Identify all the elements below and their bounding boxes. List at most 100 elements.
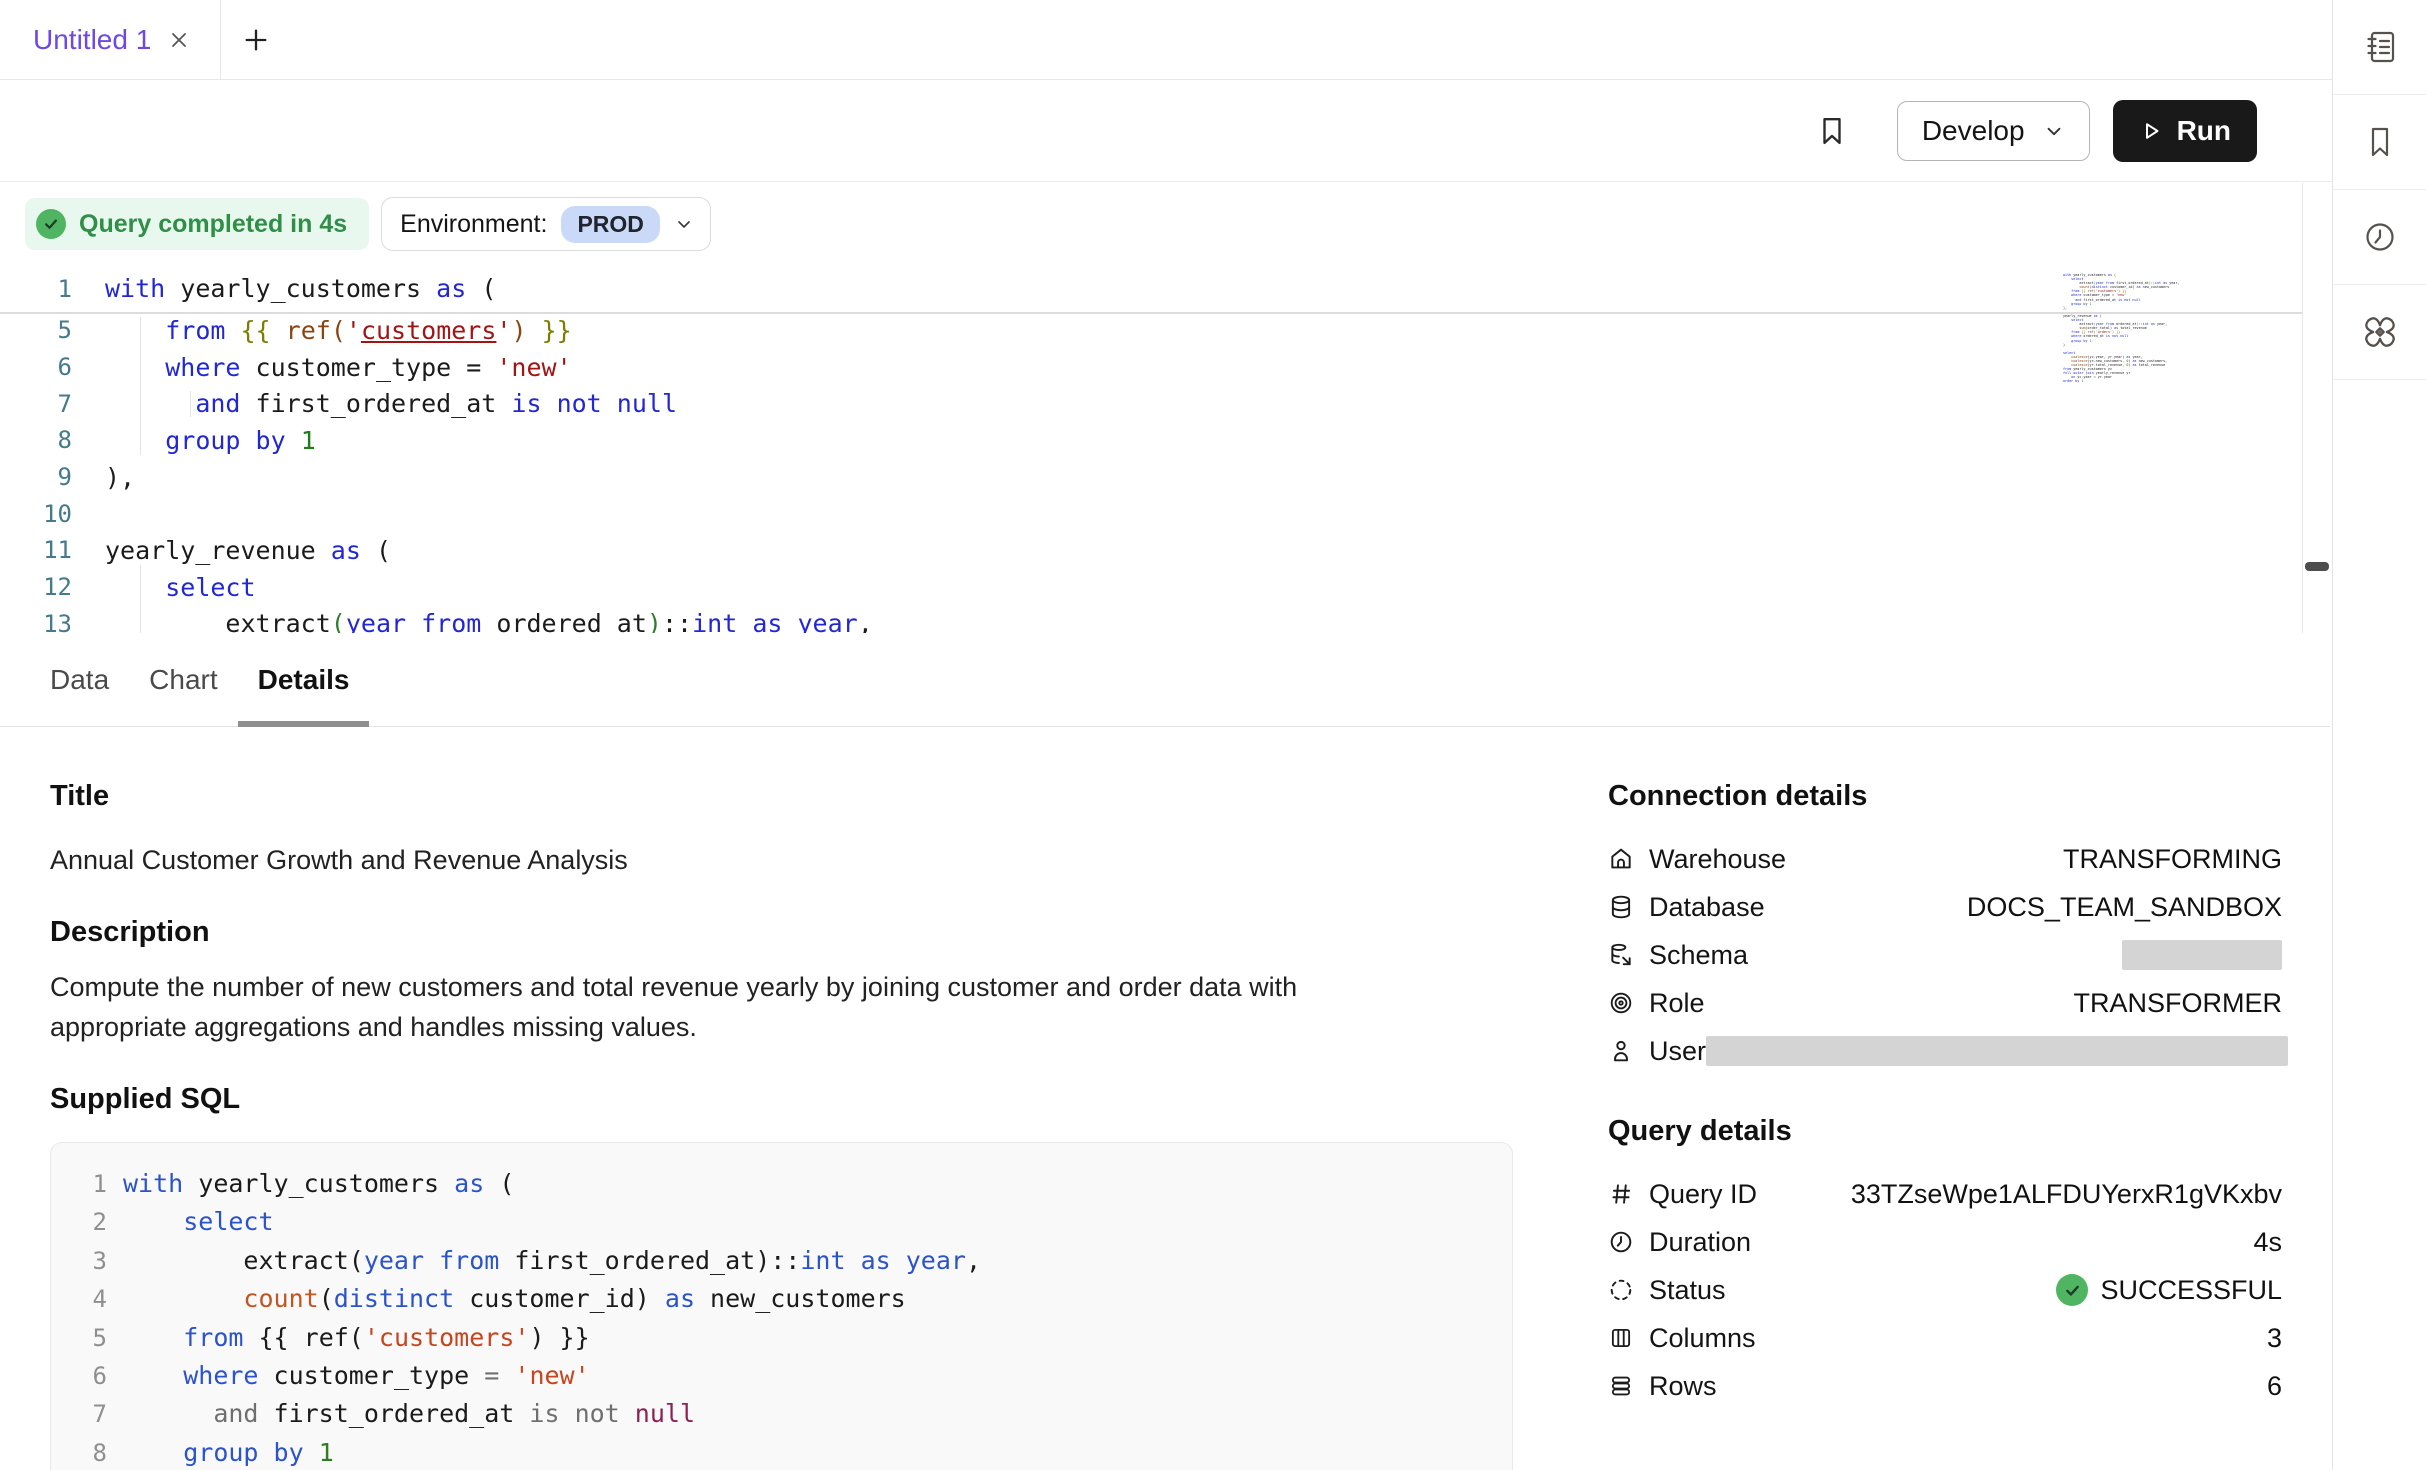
query-details-heading: Query details <box>1608 1115 2282 1148</box>
tab-chart[interactable]: Chart <box>129 634 237 726</box>
clock-icon <box>2360 217 2400 257</box>
hash-icon <box>1608 1181 1634 1207</box>
line-number: 12 <box>0 573 72 601</box>
editor-line[interactable]: 8 group by 1 <box>0 422 2302 459</box>
connection-details-heading: Connection details <box>1608 780 2282 813</box>
line-code: select <box>105 573 256 602</box>
supplied-sql-heading: Supplied SQL <box>50 1083 1513 1116</box>
role-icon <box>1608 990 1634 1016</box>
spinner-icon <box>1608 1277 1634 1303</box>
detail-value: 3 <box>2267 1323 2282 1354</box>
detail-value: 6 <box>2267 1371 2282 1402</box>
editor-line[interactable]: 12 select <box>0 569 2302 606</box>
line-code: ), <box>105 463 135 492</box>
history-panel-button[interactable] <box>2333 190 2426 285</box>
line-code: extract(year from ordered_at)::int as ye… <box>105 609 873 633</box>
editor-line[interactable]: 13 extract(year from ordered_at)::int as… <box>0 606 2302 634</box>
redacted-value <box>2122 940 2282 970</box>
description-value: Compute the number of new customers and … <box>50 967 1400 1047</box>
line-number: 1 <box>0 275 72 303</box>
lineage-icon <box>2359 311 2401 353</box>
detail-label: Columns <box>1649 1323 1756 1354</box>
environment-label: Environment: <box>400 210 547 239</box>
line-code: group by 1 <box>105 426 316 455</box>
detail-label: User <box>1649 1036 1706 1067</box>
chevron-down-icon <box>674 214 694 234</box>
result-tabs: DataChartDetails <box>0 634 2330 727</box>
line-number: 10 <box>0 500 72 528</box>
close-icon[interactable] <box>167 28 191 52</box>
line-number: 6 <box>0 353 72 381</box>
run-button[interactable]: Run <box>2113 100 2257 162</box>
toolbar: Develop Run <box>0 81 2332 182</box>
minimap-line: order by 1 <box>2063 379 2187 383</box>
detail-label: Status <box>1649 1275 1726 1306</box>
bookmarks-panel-button[interactable] <box>2333 95 2426 190</box>
environment-select[interactable]: Environment: PROD <box>381 197 711 251</box>
tab-label: Untitled 1 <box>33 24 151 56</box>
scrollbar-track <box>2302 183 2303 633</box>
connection-details-rows: WarehouseTRANSFORMINGDatabaseDOCS_TEAM_S… <box>1608 835 2282 1075</box>
bookmark-icon <box>2360 122 2400 162</box>
notebook-icon <box>2360 27 2400 67</box>
sql-block-line: 4 count(distinct customer_id) as new_cus… <box>75 1280 1488 1318</box>
detail-value: TRANSFORMER <box>2074 988 2283 1019</box>
lineage-panel-button[interactable] <box>2333 285 2426 380</box>
editor-line[interactable]: 1with yearly_customers as ( <box>0 265 2302 312</box>
supplied-sql-block: 1with yearly_customers as (2 select3 ext… <box>50 1142 1513 1470</box>
develop-label: Develop <box>1922 115 2025 147</box>
sql-block-line: 6 where customer_type = 'new' <box>75 1357 1488 1395</box>
editor-line[interactable]: 6 where customer_type = 'new' <box>0 349 2302 386</box>
warehouse-icon <box>1608 846 1634 872</box>
tab-untitled-1[interactable]: Untitled 1 <box>0 0 221 79</box>
check-circle-icon <box>36 209 66 239</box>
line-number: 11 <box>0 536 72 564</box>
chevron-down-icon <box>2043 120 2065 142</box>
sql-ide-app: Untitled 1 Develop Run <box>0 0 2426 1470</box>
line-number: 7 <box>0 390 72 418</box>
clock-icon <box>1608 1229 1634 1255</box>
detail-row-columns: Columns 3 <box>1608 1314 2282 1362</box>
run-label: Run <box>2177 115 2231 147</box>
indent-guide <box>190 391 191 417</box>
query-status-text: Query completed in 4s <box>79 210 347 239</box>
database-icon <box>1608 894 1634 920</box>
editor-line[interactable]: 10 <box>0 495 2302 532</box>
develop-dropdown[interactable]: Develop <box>1897 101 2090 161</box>
tab-details[interactable]: Details <box>238 634 370 726</box>
detail-label: Schema <box>1649 940 1748 971</box>
sql-block-line: 3 extract(year from first_ordered_at)::i… <box>75 1242 1488 1280</box>
play-icon <box>2139 119 2163 143</box>
new-tab-button[interactable] <box>242 26 270 54</box>
detail-row-duration: Duration4s <box>1608 1218 2282 1266</box>
fold-divider <box>0 312 2302 314</box>
minimap[interactable]: with yearly_customers as ( select extrac… <box>2063 273 2187 384</box>
editor-line[interactable]: 7 and first_ordered_at is not null <box>0 385 2302 422</box>
detail-row-database: DatabaseDOCS_TEAM_SANDBOX <box>1608 883 2282 931</box>
sql-block-line: 7 and first_ordered_at is not null <box>75 1395 1488 1433</box>
title-value: Annual Customer Growth and Revenue Analy… <box>50 845 1513 876</box>
editor-line[interactable]: 9), <box>0 459 2302 496</box>
query-details-rows: Query ID33TZseWpe1ALFDUYerxR1gVKxbvDurat… <box>1608 1170 2282 1410</box>
line-code: yearly_revenue as ( <box>105 536 391 565</box>
tab-data[interactable]: Data <box>30 634 129 726</box>
status-row: Query completed in 4s Environment: PROD <box>25 183 711 265</box>
columns-icon <box>1608 1325 1634 1351</box>
detail-value: 4s <box>2253 1227 2282 1258</box>
detail-row-query-id: Query ID33TZseWpe1ALFDUYerxR1gVKxbv <box>1608 1170 2282 1218</box>
scrollbar-handle[interactable] <box>2305 562 2329 571</box>
tab-bar: Untitled 1 <box>0 0 2332 80</box>
detail-row-role: RoleTRANSFORMER <box>1608 979 2282 1027</box>
sql-editor[interactable]: 1with yearly_customers as (5 from {{ ref… <box>0 265 2302 633</box>
editor-line[interactable]: 5 from {{ ref('customers') }} <box>0 312 2302 349</box>
details-panel: Title Annual Customer Growth and Revenue… <box>50 780 1513 1470</box>
bookmark-button[interactable] <box>1817 114 1847 148</box>
description-heading: Description <box>50 916 1513 949</box>
detail-label: Database <box>1649 892 1765 923</box>
environment-badge: PROD <box>561 206 659 243</box>
editor-lines: 1with yearly_customers as (5 from {{ ref… <box>0 265 2302 633</box>
editor-line[interactable]: 11 yearly_revenue as ( <box>0 532 2302 569</box>
bookmark-icon <box>1817 114 1847 148</box>
notebook-panel-button[interactable] <box>2333 0 2426 95</box>
line-number: 8 <box>0 426 72 454</box>
